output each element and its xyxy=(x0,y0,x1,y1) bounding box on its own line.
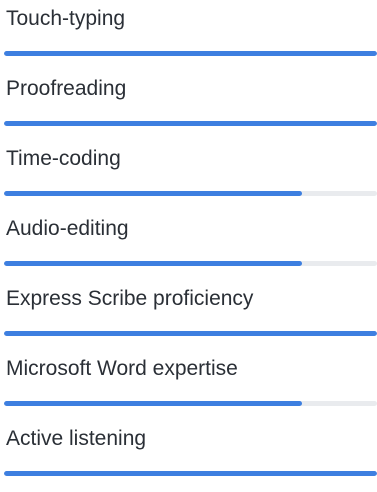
skill-progress-track xyxy=(4,331,377,336)
skill-label: Proofreading xyxy=(6,77,127,100)
skill-label: Audio-editing xyxy=(6,217,129,240)
skill-progress-track xyxy=(4,401,377,406)
skill-progress-track xyxy=(4,51,377,56)
skill-label: Touch-typing xyxy=(6,7,126,30)
skill-progress-fill xyxy=(4,121,377,126)
skill-item: Express Scribe proficiency xyxy=(0,280,377,350)
skill-progress-fill xyxy=(4,191,303,196)
skill-progress-track xyxy=(4,191,377,196)
skill-item: Time-coding xyxy=(0,140,377,210)
skill-label: Active listening xyxy=(6,427,147,450)
skill-item: Microsoft Word expertise xyxy=(0,350,377,420)
skill-item: Active listening xyxy=(0,420,377,490)
skill-item: Proofreading xyxy=(0,70,377,140)
skill-label: Express Scribe proficiency xyxy=(6,287,254,310)
skills-list: Touch-typing Proofreading Time-coding Au… xyxy=(0,0,377,492)
skill-progress-track xyxy=(4,261,377,266)
skill-item: Touch-typing xyxy=(0,0,377,70)
skill-progress-fill xyxy=(4,51,377,56)
skill-label: Microsoft Word expertise xyxy=(6,357,238,380)
skill-progress-fill xyxy=(4,471,377,476)
skill-progress-track xyxy=(4,471,377,476)
skill-progress-fill xyxy=(4,261,303,266)
skill-label: Time-coding xyxy=(6,147,121,170)
skill-progress-fill xyxy=(4,331,377,336)
skill-item: Audio-editing xyxy=(0,210,377,280)
skill-progress-track xyxy=(4,121,377,126)
skill-progress-fill xyxy=(4,401,303,406)
